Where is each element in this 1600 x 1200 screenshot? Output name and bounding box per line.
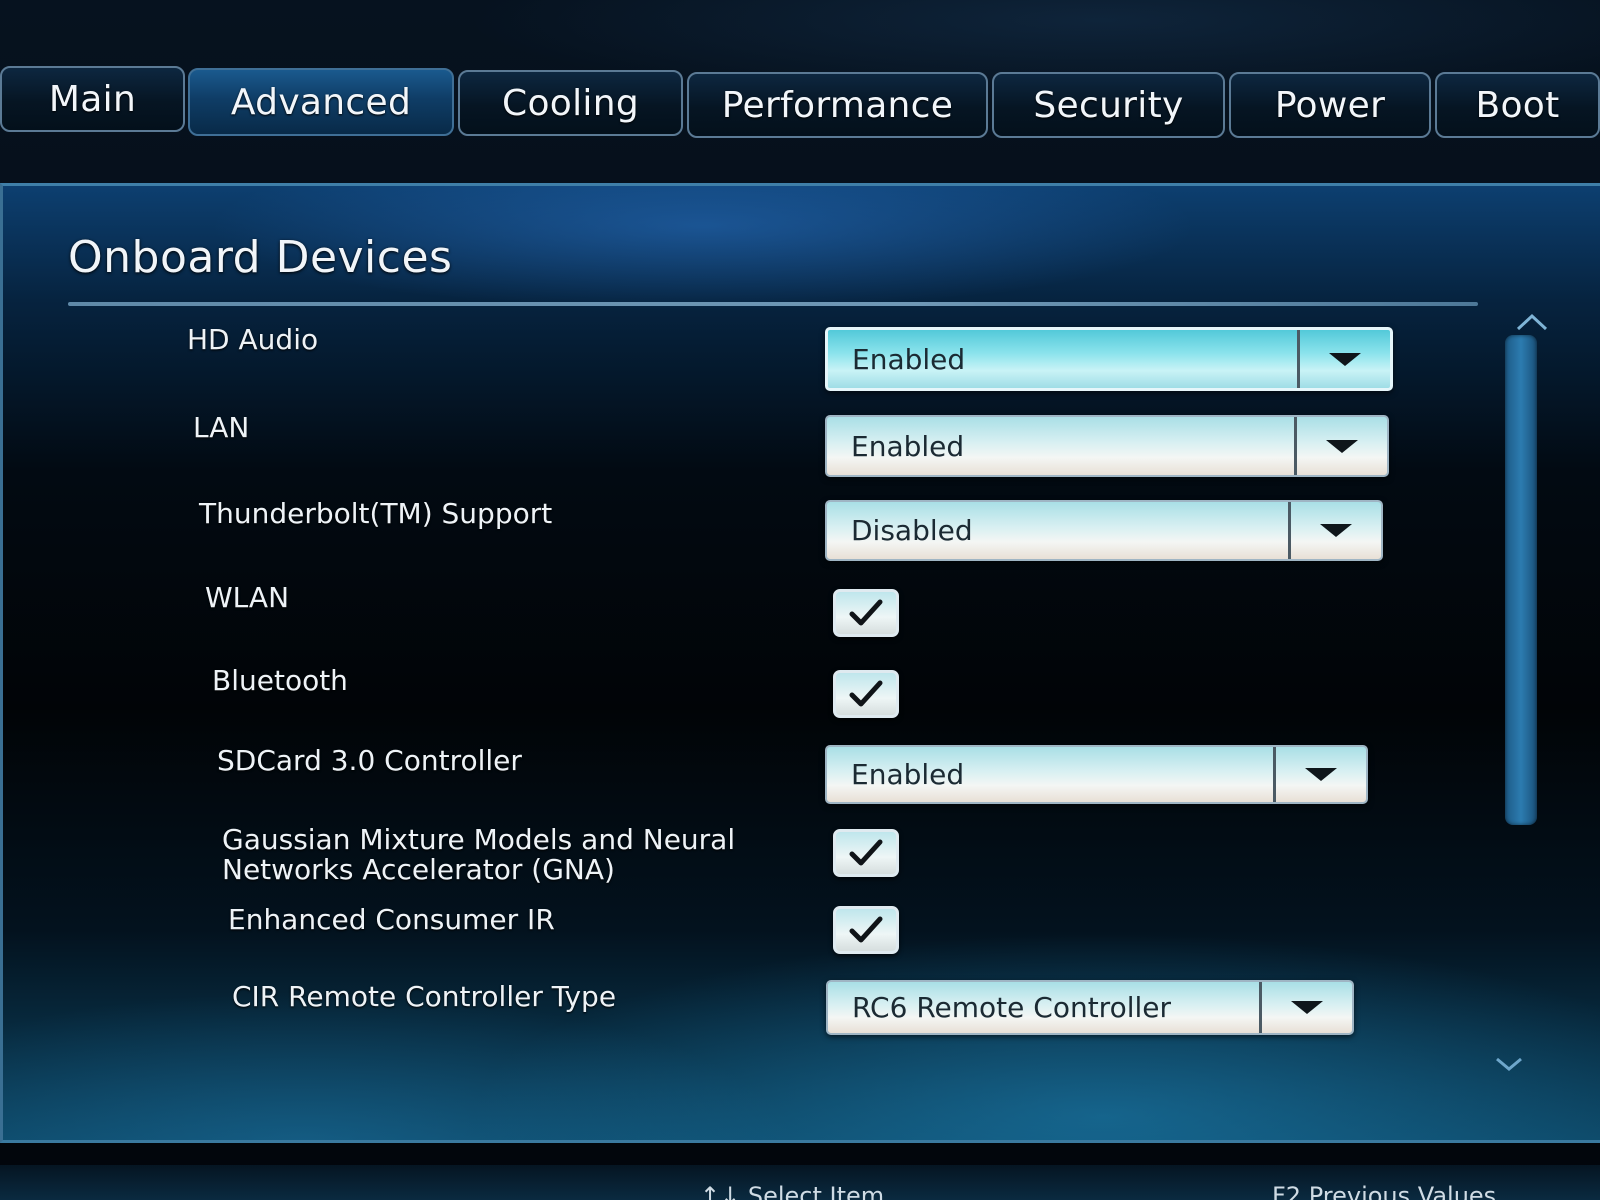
cir-type-dropdown-button[interactable] bbox=[1259, 982, 1352, 1033]
wlan-label: WLAN bbox=[205, 581, 290, 614]
hd-audio-dropdown-button[interactable] bbox=[1297, 330, 1390, 388]
tab-power-label: Power bbox=[1274, 84, 1386, 126]
sdcard-label: SDCard 3.0 Controller bbox=[217, 744, 522, 777]
chevron-down-icon bbox=[1291, 1001, 1323, 1014]
bios-screen: Main Advanced Cooling Performance Securi… bbox=[0, 0, 1600, 1200]
tab-advanced[interactable]: Advanced bbox=[188, 68, 454, 136]
sdcard-dropdown[interactable]: Enabled bbox=[825, 745, 1368, 804]
footer-select-hint: ↑↓ Select Item bbox=[700, 1182, 885, 1200]
hd-audio-value: Enabled bbox=[852, 342, 966, 376]
checkmark-icon bbox=[849, 680, 883, 707]
tab-power[interactable]: Power bbox=[1229, 72, 1431, 138]
gna-checkbox[interactable] bbox=[833, 829, 899, 877]
scrollbar-thumb[interactable] bbox=[1505, 335, 1537, 825]
hd-audio-dropdown[interactable]: Enabled bbox=[825, 327, 1393, 391]
checkmark-icon bbox=[849, 599, 883, 626]
chevron-down-icon bbox=[1305, 768, 1337, 781]
tab-performance[interactable]: Performance bbox=[687, 72, 988, 138]
wlan-checkbox[interactable] bbox=[833, 589, 899, 637]
cir-label: Enhanced Consumer IR bbox=[228, 903, 555, 936]
title-divider bbox=[68, 302, 1478, 306]
lan-label: LAN bbox=[193, 411, 250, 444]
tab-cooling[interactable]: Cooling bbox=[458, 70, 683, 136]
hd-audio-label: HD Audio bbox=[187, 323, 319, 356]
lan-dropdown-button[interactable] bbox=[1294, 417, 1387, 475]
thunderbolt-dropdown[interactable]: Disabled bbox=[825, 500, 1383, 561]
tab-boot-label: Boot bbox=[1475, 84, 1560, 126]
tab-security-label: Security bbox=[1033, 84, 1184, 126]
checkmark-icon bbox=[849, 916, 883, 943]
chevron-down-icon bbox=[1329, 352, 1361, 366]
thunderbolt-label: Thunderbolt(TM) Support bbox=[199, 497, 553, 530]
gna-label: Gaussian Mixture Models and Neural Netwo… bbox=[222, 825, 735, 885]
tab-security[interactable]: Security bbox=[992, 72, 1225, 138]
thunderbolt-value: Disabled bbox=[851, 514, 973, 547]
tab-main[interactable]: Main bbox=[0, 66, 185, 132]
tab-boot[interactable]: Boot bbox=[1435, 72, 1600, 138]
tab-main-label: Main bbox=[48, 78, 137, 120]
cir-type-dropdown[interactable]: RC6 Remote Controller bbox=[826, 980, 1354, 1035]
cir-checkbox[interactable] bbox=[833, 906, 899, 954]
lan-dropdown[interactable]: Enabled bbox=[825, 415, 1389, 477]
chevron-down-icon bbox=[1326, 439, 1358, 453]
tab-cooling-label: Cooling bbox=[502, 82, 639, 124]
scroll-down-icon[interactable] bbox=[1492, 1054, 1526, 1074]
checkmark-icon bbox=[849, 839, 883, 866]
gna-label-line1: Gaussian Mixture Models and Neural bbox=[222, 823, 736, 856]
tab-advanced-label: Advanced bbox=[230, 81, 412, 123]
bluetooth-checkbox[interactable] bbox=[833, 670, 899, 718]
page-title: Onboard Devices bbox=[68, 232, 453, 283]
sdcard-value: Enabled bbox=[851, 758, 965, 791]
cir-type-value: RC6 Remote Controller bbox=[852, 991, 1171, 1024]
sdcard-dropdown-button[interactable] bbox=[1273, 747, 1366, 802]
tab-performance-label: Performance bbox=[721, 84, 954, 126]
thunderbolt-dropdown-button[interactable] bbox=[1288, 502, 1381, 559]
footer-previous-hint: F2 Previous Values bbox=[1272, 1182, 1497, 1200]
bluetooth-label: Bluetooth bbox=[212, 664, 348, 697]
chevron-down-icon bbox=[1320, 524, 1352, 537]
cir-type-label: CIR Remote Controller Type bbox=[232, 980, 617, 1013]
gna-label-line2: Networks Accelerator (GNA) bbox=[222, 853, 615, 886]
scroll-up-icon[interactable] bbox=[1515, 312, 1549, 332]
lan-value: Enabled bbox=[851, 429, 965, 463]
tab-bar: Main Advanced Cooling Performance Securi… bbox=[0, 62, 1600, 142]
